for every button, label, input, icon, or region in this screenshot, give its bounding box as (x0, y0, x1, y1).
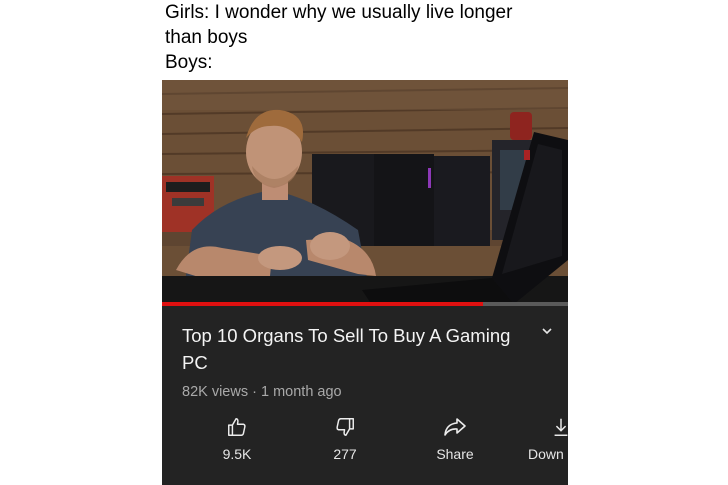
caption-line-3: Boys: (165, 52, 213, 73)
download-icon (550, 416, 568, 438)
like-count: 9.5K (222, 446, 252, 462)
action-bar: 9.5K 277 Share Down (162, 416, 568, 476)
view-count: 82K views (182, 384, 249, 400)
dislike-count: 277 (333, 446, 357, 462)
video-player[interactable] (162, 80, 568, 305)
thumbs-down-icon (310, 416, 380, 438)
share-icon (420, 416, 490, 438)
video-thumbnail-scene (162, 80, 568, 305)
meme-caption: Girls: I wonder why we usually live long… (165, 0, 565, 75)
share-button[interactable]: Share (420, 416, 490, 462)
upload-age: 1 month ago (260, 384, 342, 400)
download-button[interactable]: Down (526, 416, 568, 462)
download-label: Down (528, 446, 564, 462)
video-info-panel: Top 10 Organs To Sell To Buy A Gaming PC… (162, 306, 568, 485)
like-button[interactable]: 9.5K (202, 416, 272, 462)
thumbs-up-icon (202, 416, 272, 438)
chevron-down-icon[interactable] (540, 324, 554, 338)
meta-separator: · (248, 384, 261, 400)
video-title[interactable]: Top 10 Organs To Sell To Buy A Gaming PC (182, 322, 522, 376)
dislike-button[interactable]: 277 (310, 416, 380, 462)
video-meta: 82K views · 1 month ago (182, 384, 342, 400)
meme: Girls: I wonder why we usually live long… (162, 0, 568, 485)
caption-line-2: than boys (165, 27, 248, 48)
caption-line-1: Girls: I wonder why we usually live long… (165, 2, 513, 23)
share-label: Share (436, 446, 474, 462)
